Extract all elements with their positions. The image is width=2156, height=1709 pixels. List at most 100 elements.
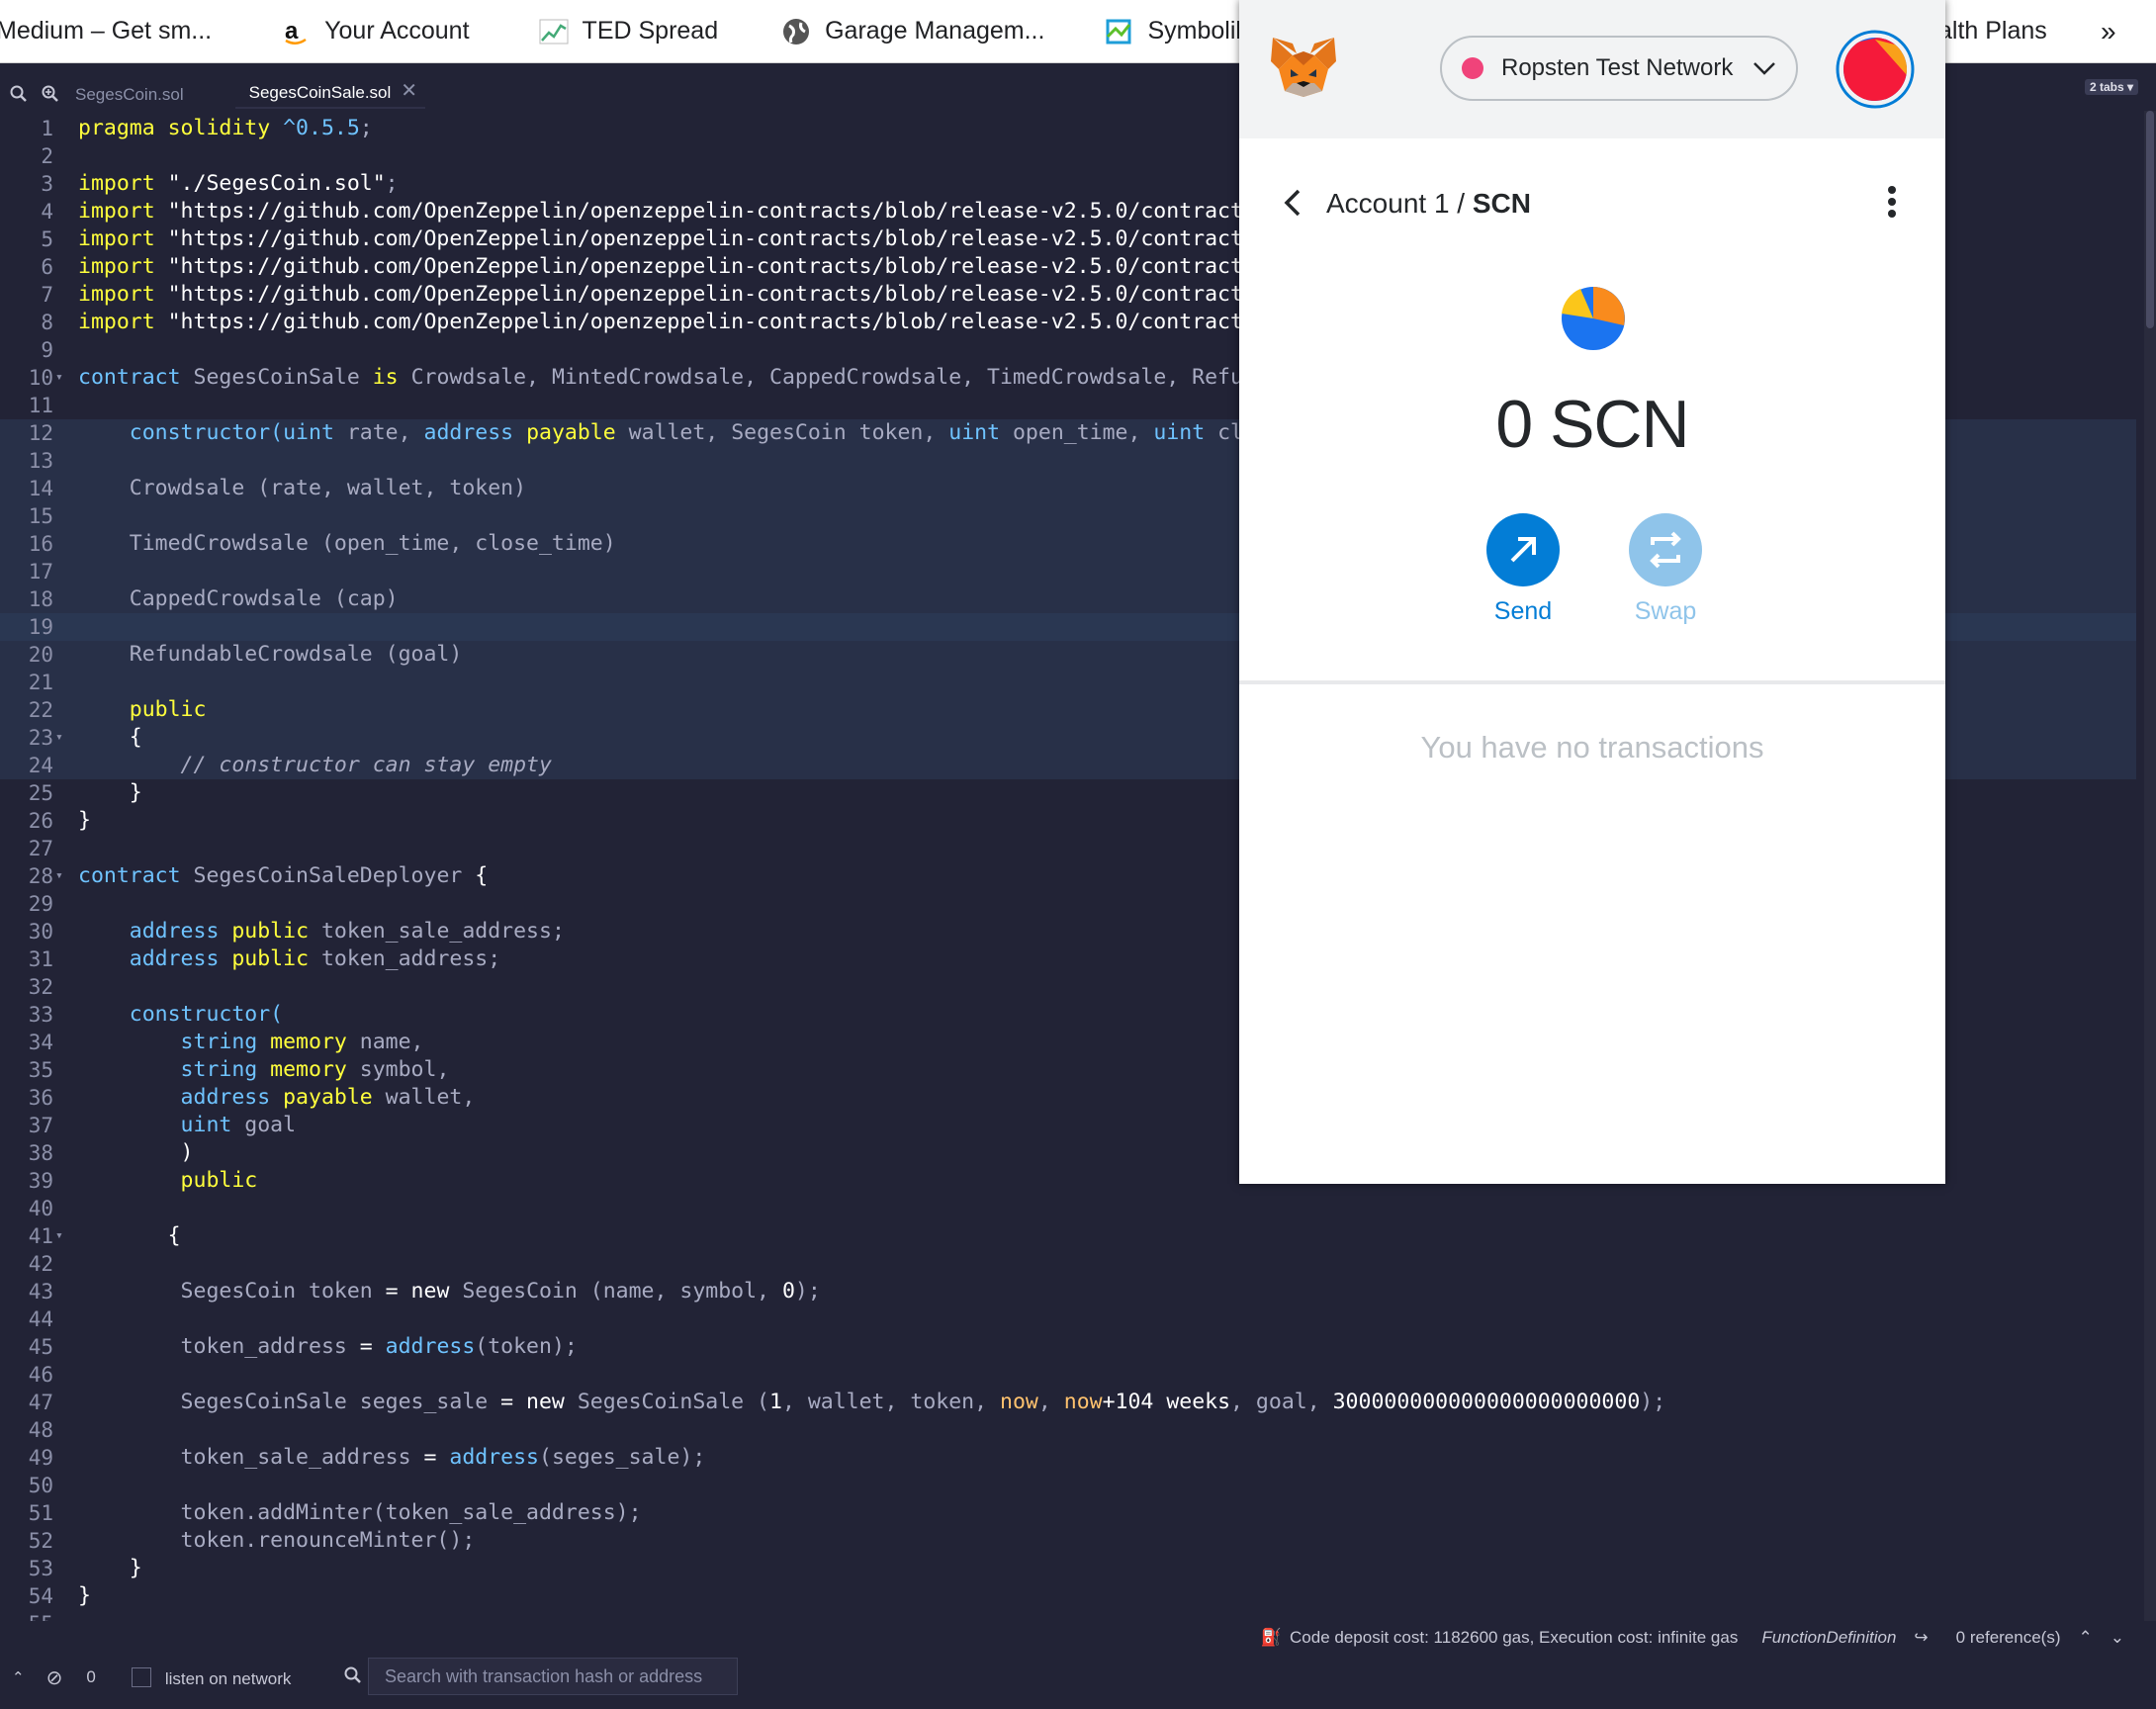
swap-label[interactable]: Swap [1601,597,1730,626]
code-text: contract SegesCoinSale is Crowdsale, Min… [78,365,1333,390]
references-count: 0 reference(s) [1955,1628,2061,1647]
fold-toggle-icon[interactable]: ▾ [55,1222,63,1250]
zoom-out-icon[interactable] [10,85,30,103]
line-number: 45 [28,1335,53,1359]
line-number: 44 [28,1307,53,1331]
gas-pump-icon: ⛽ [1260,1628,1283,1647]
metamask-popup: Ropsten Test Network Account 1 / SCN 0 S… [1239,0,1945,1184]
chevron-down-icon[interactable]: ⌄ [2111,1628,2124,1648]
token-symbol: SCN [1472,188,1531,219]
code-text: constructor(uint rate, address payable w… [78,420,1346,445]
account-avatar[interactable] [1836,30,1915,114]
code-line[interactable]: 47 SegesCoinSale seges_sale = new SegesC… [0,1389,2136,1416]
code-text: address public token_address; [78,946,501,971]
code-line[interactable]: 54} [0,1582,2136,1610]
code-text: TimedCrowdsale (open_time, close_time) [78,531,616,556]
zoom-in-icon[interactable] [42,85,61,103]
line-number: 31 [28,947,53,971]
line-number: 39 [28,1169,53,1193]
bookmark-item[interactable]: Garage Managem... [781,17,1044,46]
go-to-definition-icon[interactable]: ↪ [1914,1628,1928,1648]
line-number: 9 [41,338,53,362]
metamask-header: Ropsten Test Network [1239,0,1945,138]
code-line[interactable]: 49 token_sale_address = address(seges_sa… [0,1444,2136,1472]
line-number: 32 [28,975,53,999]
bookmark-item[interactable]: Symbolik [1104,17,1248,46]
fold-toggle-icon[interactable]: ▾ [55,724,63,752]
code-text: import "https://github.com/OpenZeppelin/… [78,282,1333,307]
line-number: 17 [28,560,53,584]
code-line[interactable]: 45 token_address = address(token); [0,1333,2136,1361]
collapse-terminal-icon[interactable]: ⌃ [12,1668,25,1686]
editor-scrollbar[interactable] [2144,111,2156,1621]
line-number: 3 [41,172,53,196]
send-label[interactable]: Send [1459,597,1587,626]
code-text: uint goal [78,1113,297,1137]
send-button[interactable] [1486,513,1560,586]
code-text: CappedCrowdsale (cap) [78,586,399,611]
kebab-menu-icon[interactable] [1886,184,1898,225]
code-line[interactable]: 53 } [0,1555,2136,1582]
line-number: 36 [28,1086,53,1110]
close-icon[interactable]: ✕ [401,78,417,103]
listen-checkbox[interactable] [131,1667,151,1687]
line-number: 47 [28,1391,53,1414]
code-line[interactable]: 40 [0,1195,2136,1222]
bookmark-item[interactable]: TED Spread [539,17,719,46]
code-line[interactable]: 48 [0,1416,2136,1444]
code-text: { [78,1223,181,1248]
line-number: 40 [28,1197,53,1220]
code-line[interactable]: 41 ▾ { [0,1222,2136,1250]
code-text: token_address = address(token); [78,1334,578,1359]
account-title: Account 1 / SCN [1326,188,1531,220]
fold-toggle-icon[interactable]: ▾ [55,862,63,890]
metamask-fox-logo[interactable] [1269,36,1338,106]
amazon-icon: a [281,17,311,46]
code-line[interactable]: 42 [0,1250,2136,1278]
line-number: 37 [28,1114,53,1137]
terminal-toolbar: ⌃ ⊘ 0 listen on network [0,1654,2144,1701]
code-line[interactable]: 51 token.addMinter(token_sale_address); [0,1499,2136,1527]
clear-console-icon[interactable]: ⊘ [46,1665,63,1690]
back-arrow-icon[interactable] [1283,188,1303,223]
fold-toggle-icon[interactable]: ▾ [55,364,63,392]
tabs-count-badge[interactable]: 2 tabs ▾ [2084,79,2138,95]
bookmark-label: alth Plans [1938,17,2047,45]
bookmark-item[interactable]: alth Plans [1938,17,2047,45]
line-number: 12 [28,421,53,445]
swap-button[interactable] [1629,513,1702,586]
bookmark-label: TED Spread [582,17,719,45]
line-number: 49 [28,1446,53,1470]
token-balance: 0 SCN [1495,387,1689,462]
line-number: 42 [28,1252,53,1276]
bookmark-item[interactable]: Medium – Get sm... [0,17,212,45]
code-line[interactable]: 44 [0,1305,2136,1333]
line-number: 23 [28,726,53,750]
line-number: 1 [41,117,53,140]
tab-segescoin[interactable]: SegesCoin.sol [75,77,198,109]
code-text: token.addMinter(token_sale_address); [78,1500,642,1525]
code-line[interactable]: 52 token.renounceMinter(); [0,1527,2136,1555]
code-text: string memory symbol, [78,1057,450,1082]
line-number: 5 [41,227,53,251]
line-number: 51 [28,1501,53,1525]
bookmark-label: Your Account [324,17,470,45]
tab-segescoinsale[interactable]: SegesCoinSale.sol ✕ [234,77,426,109]
code-text: import "https://github.com/OpenZeppelin/… [78,310,1333,334]
line-number: 52 [28,1529,53,1553]
code-text: import "https://github.com/OpenZeppelin/… [78,199,1333,224]
tx-search-input[interactable]: Search with transaction hash or address [368,1658,738,1695]
network-selector[interactable]: Ropsten Test Network [1440,36,1798,101]
code-line[interactable]: 46 [0,1361,2136,1389]
line-number: 14 [28,477,53,500]
code-text: public [78,697,207,722]
code-line[interactable]: 50 [0,1472,2136,1499]
code-text: { [78,725,142,750]
bookmarks-overflow-chevron[interactable]: » [2101,16,2116,47]
code-line[interactable]: 43 SegesCoin token = new SegesCoin (name… [0,1278,2136,1305]
code-line[interactable]: 55 [0,1610,2136,1621]
chevron-up-icon[interactable]: ⌃ [2079,1628,2093,1648]
empty-transactions-message: You have no transactions [1420,730,1764,765]
line-number: 20 [28,643,53,667]
bookmark-item[interactable]: a Your Account [281,17,469,46]
